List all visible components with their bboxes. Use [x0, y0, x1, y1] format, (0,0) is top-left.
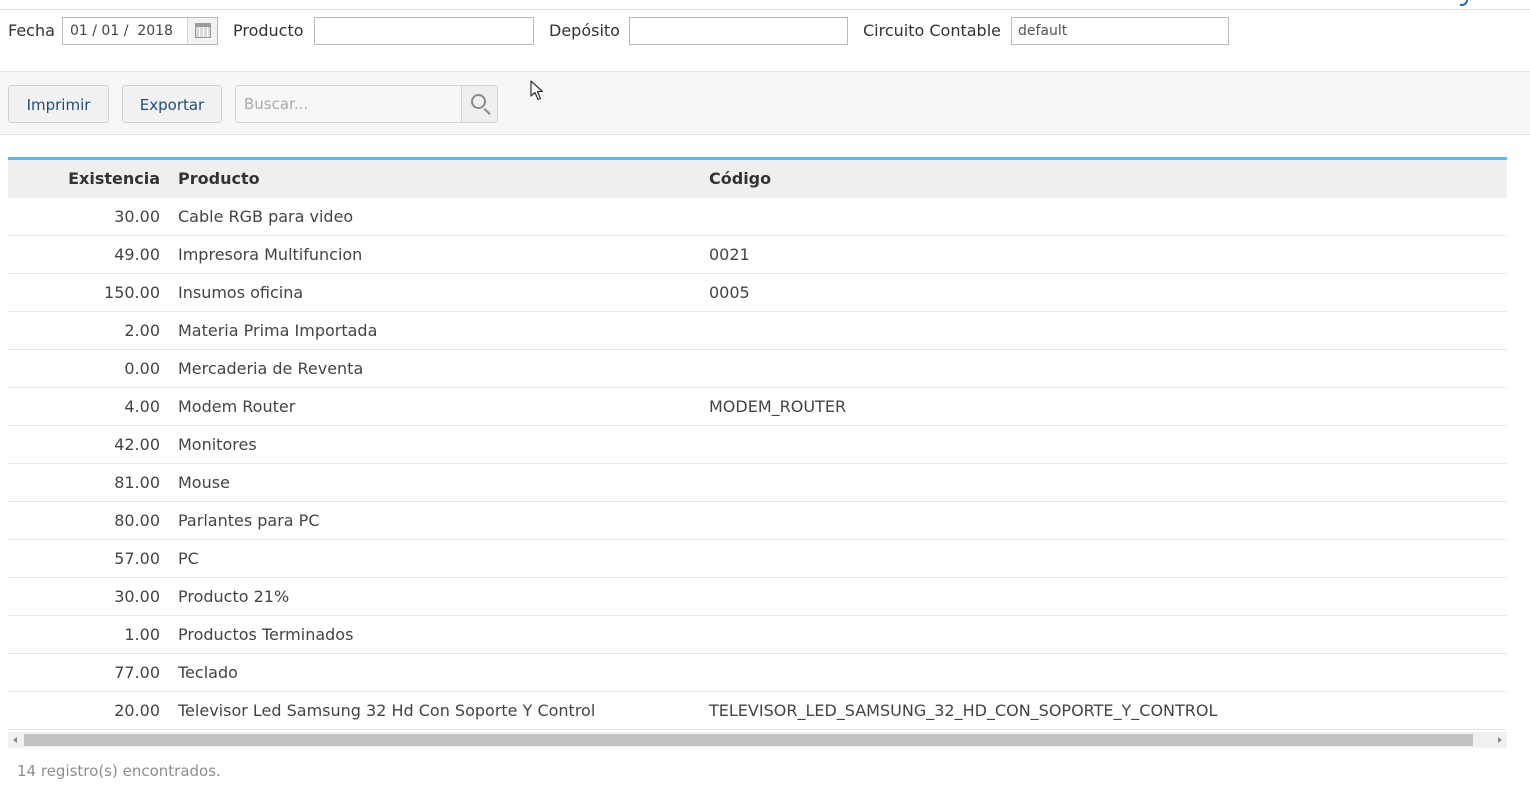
cell-codigo: [709, 464, 1499, 502]
table-row[interactable]: 49.00 Impresora Multifuncion 0021: [8, 236, 1507, 274]
cell-producto: Monitores: [178, 435, 257, 454]
search-box: [235, 85, 498, 123]
circuito-contable-input[interactable]: [1011, 17, 1229, 45]
cell-producto: Mercaderia de Reventa: [178, 359, 364, 378]
search-button[interactable]: [461, 86, 497, 122]
producto-label: Producto: [233, 21, 304, 40]
mouse-pointer-icon: [530, 80, 544, 101]
table-row[interactable]: 30.00 Cable RGB para video: [8, 198, 1507, 236]
cell-codigo: [709, 350, 1499, 388]
scroll-right-icon[interactable]: [1498, 737, 1502, 743]
cell-codigo: [709, 198, 1499, 236]
cell-existencia: 20.00: [114, 701, 160, 720]
cell-producto: Productos Terminados: [178, 625, 354, 644]
cell-existencia: 2.00: [124, 321, 160, 340]
table-row[interactable]: 2.00 Materia Prima Importada: [8, 312, 1507, 350]
cell-existencia: 77.00: [114, 663, 160, 682]
filter-bar: Fecha 01 / 01 / 2018 Producto Depósito C…: [0, 10, 1530, 72]
table-row[interactable]: 77.00 Teclado: [8, 654, 1507, 692]
producto-input[interactable]: [314, 17, 534, 45]
cell-codigo: [709, 540, 1499, 578]
table-row[interactable]: 30.00 Producto 21%: [8, 578, 1507, 616]
table-row[interactable]: 81.00 Mouse: [8, 464, 1507, 502]
cell-existencia: 80.00: [114, 511, 160, 530]
header-producto[interactable]: Producto: [178, 160, 698, 198]
horizontal-scrollbar[interactable]: [8, 732, 1507, 748]
cell-existencia: 150.00: [104, 283, 160, 302]
cell-codigo: [709, 578, 1499, 616]
header-existencia[interactable]: Existencia: [8, 160, 160, 198]
cell-existencia: 4.00: [124, 397, 160, 416]
search-input[interactable]: [236, 86, 462, 122]
table-row[interactable]: 150.00 Insumos oficina 0005: [8, 274, 1507, 312]
calendar-icon: [195, 23, 211, 38]
table-header: Existencia Producto Código: [8, 160, 1507, 198]
cell-existencia: 57.00: [114, 549, 160, 568]
fecha-value: 01 / 01 / 2018: [70, 23, 173, 39]
deposito-label: Depósito: [549, 21, 620, 40]
fecha-label: Fecha: [8, 21, 55, 40]
table-row[interactable]: 20.00 Televisor Led Samsung 32 Hd Con So…: [8, 692, 1507, 730]
cell-producto: Parlantes para PC: [178, 511, 320, 530]
cell-existencia: 49.00: [114, 245, 160, 264]
cell-producto: Impresora Multifuncion: [178, 245, 363, 264]
scrollbar-thumb[interactable]: [24, 734, 1473, 746]
cell-producto: Mouse: [178, 473, 230, 492]
table-row[interactable]: 1.00 Productos Terminados: [8, 616, 1507, 654]
stock-table: Existencia Producto Código 30.00 Cable R…: [8, 157, 1507, 732]
export-button[interactable]: Exportar: [122, 85, 222, 123]
cell-codigo: [709, 502, 1499, 540]
table-row[interactable]: 80.00 Parlantes para PC: [8, 502, 1507, 540]
cell-codigo: 0021: [709, 245, 750, 264]
cell-existencia: 1.00: [124, 625, 160, 644]
table-row[interactable]: 42.00 Monitores: [8, 426, 1507, 464]
cell-producto: Materia Prima Importada: [178, 321, 378, 340]
table-row[interactable]: 57.00 PC: [8, 540, 1507, 578]
cell-codigo: [709, 616, 1499, 654]
calendar-button[interactable]: [187, 18, 217, 44]
circuito-contable-label: Circuito Contable: [863, 21, 1001, 40]
print-button[interactable]: Imprimir: [8, 85, 109, 123]
table-row[interactable]: 0.00 Mercaderia de Reventa: [8, 350, 1507, 388]
cell-codigo: 0005: [709, 283, 750, 302]
scroll-left-icon[interactable]: [13, 737, 17, 743]
cell-producto: Insumos oficina: [178, 283, 304, 302]
table-row[interactable]: 4.00 Modem Router MODEM_ROUTER: [8, 388, 1507, 426]
cell-producto: Modem Router: [178, 397, 296, 416]
partial-link-glyph: [1460, 0, 1468, 6]
deposito-input[interactable]: [629, 17, 848, 45]
search-icon: [471, 94, 486, 109]
cell-codigo: [709, 426, 1499, 464]
cell-existencia: 0.00: [124, 359, 160, 378]
cell-producto: Televisor Led Samsung 32 Hd Con Soporte …: [178, 701, 596, 720]
cell-codigo: [709, 312, 1499, 350]
cell-codigo: TELEVISOR_LED_SAMSUNG_32_HD_CON_SOPORTE_…: [709, 701, 1218, 720]
toolbar: Imprimir Exportar: [0, 72, 1530, 135]
table-body: 30.00 Cable RGB para video 49.00 Impreso…: [8, 198, 1507, 730]
cell-existencia: 30.00: [114, 587, 160, 606]
cell-existencia: 30.00: [114, 207, 160, 226]
cell-codigo: MODEM_ROUTER: [709, 397, 847, 416]
header-codigo[interactable]: Código: [709, 160, 1499, 198]
cell-producto: Teclado: [178, 663, 238, 682]
cell-producto: PC: [178, 549, 199, 568]
cell-codigo: [709, 654, 1499, 692]
cell-producto: Cable RGB para video: [178, 207, 354, 226]
cell-producto: Producto 21%: [178, 587, 290, 606]
cell-existencia: 81.00: [114, 473, 160, 492]
cell-existencia: 42.00: [114, 435, 160, 454]
fecha-date-input[interactable]: 01 / 01 / 2018: [62, 17, 218, 45]
record-count: 14 registro(s) encontrados.: [17, 762, 221, 780]
